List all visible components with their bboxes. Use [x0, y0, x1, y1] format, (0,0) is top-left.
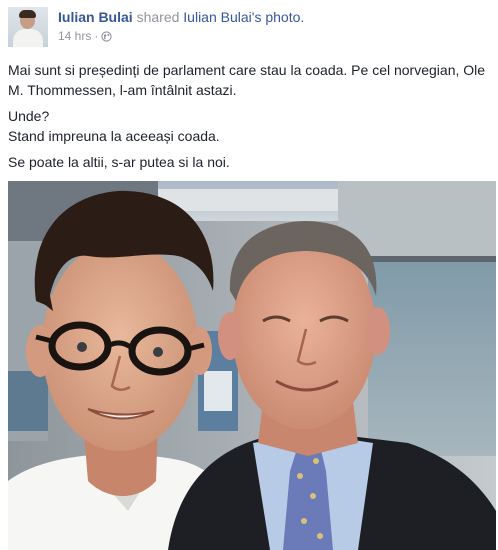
possessive-suffix: 's: [251, 9, 262, 25]
post-paragraph: Mai sunt si președinți de parlament care…: [8, 62, 486, 98]
separator-dot: ·: [94, 29, 99, 43]
timestamp-link[interactable]: 14 hrs: [58, 29, 91, 43]
shared-label: shared: [136, 9, 180, 25]
post-paragraph: Stand impreuna la aceeași coada.: [8, 128, 220, 144]
avatar[interactable]: [8, 7, 48, 47]
post-title-line: Iulian Bulai shared Iulian Bulai's photo…: [58, 8, 304, 26]
facebook-post: Iulian Bulai shared Iulian Bulai's photo…: [0, 0, 498, 550]
photo-owner-link[interactable]: Iulian Bulai: [183, 9, 252, 25]
selfie-photo: [8, 181, 496, 550]
post-meta: Iulian Bulai shared Iulian Bulai's photo…: [58, 8, 304, 43]
post-header: Iulian Bulai shared Iulian Bulai's photo…: [8, 7, 488, 49]
post-photo[interactable]: [8, 181, 496, 550]
author-name-link[interactable]: Iulian Bulai: [58, 9, 133, 25]
photo-link[interactable]: photo.: [265, 9, 304, 25]
post-subtitle-line: 14 hrs ·: [58, 29, 304, 43]
post-paragraph: Se poate la altii, s-ar putea si la noi.: [8, 154, 230, 170]
post-paragraph: Unde?: [8, 108, 50, 124]
globe-icon[interactable]: [101, 30, 112, 42]
post-message: Mai sunt si președinți de parlament care…: [8, 60, 492, 178]
